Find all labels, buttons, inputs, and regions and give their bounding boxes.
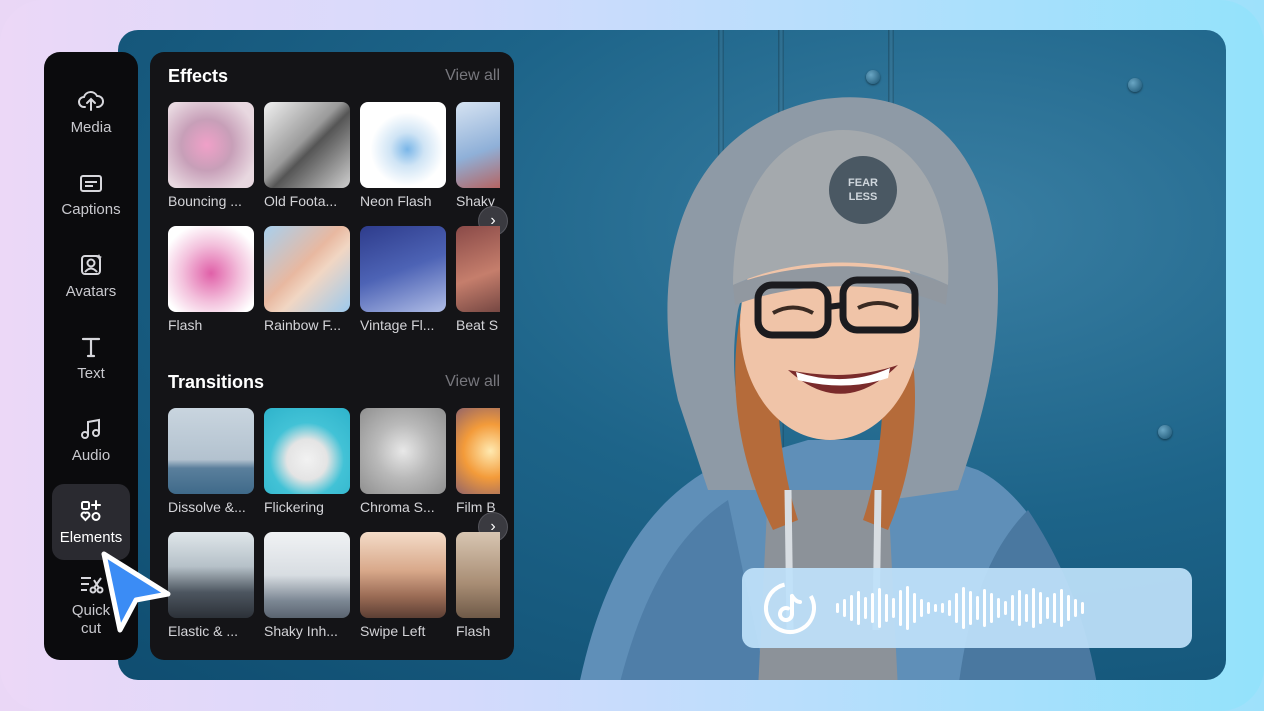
waveform-bar — [1018, 590, 1021, 626]
nav-item-audio[interactable]: Audio — [52, 402, 130, 478]
waveform-bar — [871, 593, 874, 623]
text-icon — [81, 337, 101, 358]
effect-thumbnail[interactable]: Rainbow F... — [264, 226, 350, 333]
waveform-bar — [969, 591, 972, 625]
nav-item-media[interactable]: Media — [52, 74, 130, 150]
effect-thumbnail[interactable]: Old Foota... — [264, 102, 350, 209]
waveform-bar — [913, 593, 916, 623]
captions-icon — [80, 175, 102, 192]
waveform-bar — [920, 599, 923, 617]
transition-thumbnail[interactable]: Film B — [456, 408, 500, 515]
effect-thumbnail[interactable]: Neon Flash — [360, 102, 446, 209]
nav-item-captions[interactable]: Captions — [52, 156, 130, 232]
transitions-view-all-link[interactable]: View all — [445, 373, 500, 391]
waveform-bar — [927, 602, 930, 614]
waveform-bar — [899, 590, 902, 626]
waveform-bar — [892, 598, 895, 618]
elements-icon — [80, 500, 101, 522]
nav-item-text[interactable]: Text — [52, 320, 130, 396]
elements-panel: Effects View all Bouncing ... Old Foota.… — [150, 52, 514, 660]
waveform-bar — [997, 598, 1000, 618]
music-disc-icon — [764, 582, 816, 634]
effect-thumbnail[interactable]: Flash — [168, 226, 254, 333]
transitions-row-2: Elastic & ... Shaky Inh... Swipe Left Fl… — [168, 532, 500, 639]
waveform-bar — [1025, 594, 1028, 622]
waveform-bar — [857, 591, 860, 625]
waveform-bar — [955, 593, 958, 623]
waveform-bar — [934, 604, 937, 612]
audio-waveform — [836, 578, 1084, 638]
transition-thumbnail[interactable]: Chroma S... — [360, 408, 446, 515]
transitions-header: Transitions View all — [168, 370, 500, 394]
svg-text:LESS: LESS — [849, 191, 878, 203]
waveform-bar — [1081, 602, 1084, 614]
transition-thumbnail[interactable]: Swipe Left — [360, 532, 446, 639]
effects-title: Effects — [168, 65, 229, 86]
waveform-bar — [1011, 595, 1014, 621]
transition-thumbnail[interactable]: Flickering — [264, 408, 350, 515]
waveform-bar — [941, 603, 944, 613]
waveform-bar — [1060, 589, 1063, 627]
svg-text:FEAR: FEAR — [848, 177, 878, 189]
wall-bolt — [1128, 78, 1142, 92]
effect-thumbnail[interactable]: Bouncing ... — [168, 102, 254, 209]
cloud-upload-icon — [78, 91, 104, 111]
waveform-bar — [864, 597, 867, 619]
effect-thumbnail[interactable]: Beat S — [456, 226, 500, 333]
wall-bolt — [1158, 425, 1172, 439]
effect-thumbnail[interactable]: Shaky — [456, 102, 500, 209]
waveform-bar — [885, 594, 888, 622]
effects-row-2: Flash Rainbow F... Vintage Fl... Beat S — [168, 226, 500, 333]
waveform-bar — [976, 596, 979, 620]
waveform-bar — [1074, 599, 1077, 617]
effect-thumbnail[interactable]: Vintage Fl... — [360, 226, 446, 333]
transition-thumbnail[interactable]: Flash — [456, 532, 500, 639]
waveform-bar — [983, 589, 986, 627]
waveform-bar — [836, 603, 839, 613]
nav-label: Media — [70, 119, 112, 136]
waveform-bar — [850, 595, 853, 621]
nav-item-avatars[interactable]: Avatars — [52, 238, 130, 314]
nav-label: Captions — [61, 201, 121, 218]
nav-label: Audio — [71, 447, 111, 464]
waveform-bar — [1032, 588, 1035, 628]
waveform-bar — [990, 593, 993, 623]
waveform-bar — [1039, 592, 1042, 624]
transitions-row-1: Dissolve &... Flickering Chroma S... Fil… — [168, 408, 500, 515]
music-note-icon — [81, 418, 100, 439]
nav-label: Text — [77, 365, 105, 382]
waveform-bar — [1046, 597, 1049, 619]
mouse-cursor-icon — [101, 551, 171, 633]
effects-header: Effects View all — [168, 64, 500, 88]
waveform-bar — [1053, 593, 1056, 623]
waveform-bar — [962, 587, 965, 629]
waveform-bar — [1067, 595, 1070, 621]
transition-thumbnail[interactable]: Shaky Inh... — [264, 532, 350, 639]
avatar-icon — [81, 254, 102, 275]
nav-label: Elements — [59, 529, 123, 546]
waveform-bar — [948, 600, 951, 616]
transitions-title: Transitions — [168, 371, 265, 392]
audio-track-bar[interactable] — [742, 568, 1192, 648]
waveform-bar — [843, 599, 846, 617]
transition-thumbnail[interactable]: Elastic & ... — [168, 532, 254, 639]
effects-view-all-link[interactable]: View all — [445, 67, 500, 85]
transition-thumbnail[interactable]: Dissolve &... — [168, 408, 254, 515]
waveform-bar — [906, 586, 909, 630]
waveform-bar — [1004, 601, 1007, 615]
effects-row-1: Bouncing ... Old Foota... Neon Flash Sha… — [168, 102, 500, 209]
nav-label: Avatars — [65, 283, 117, 300]
waveform-bar — [878, 588, 881, 628]
